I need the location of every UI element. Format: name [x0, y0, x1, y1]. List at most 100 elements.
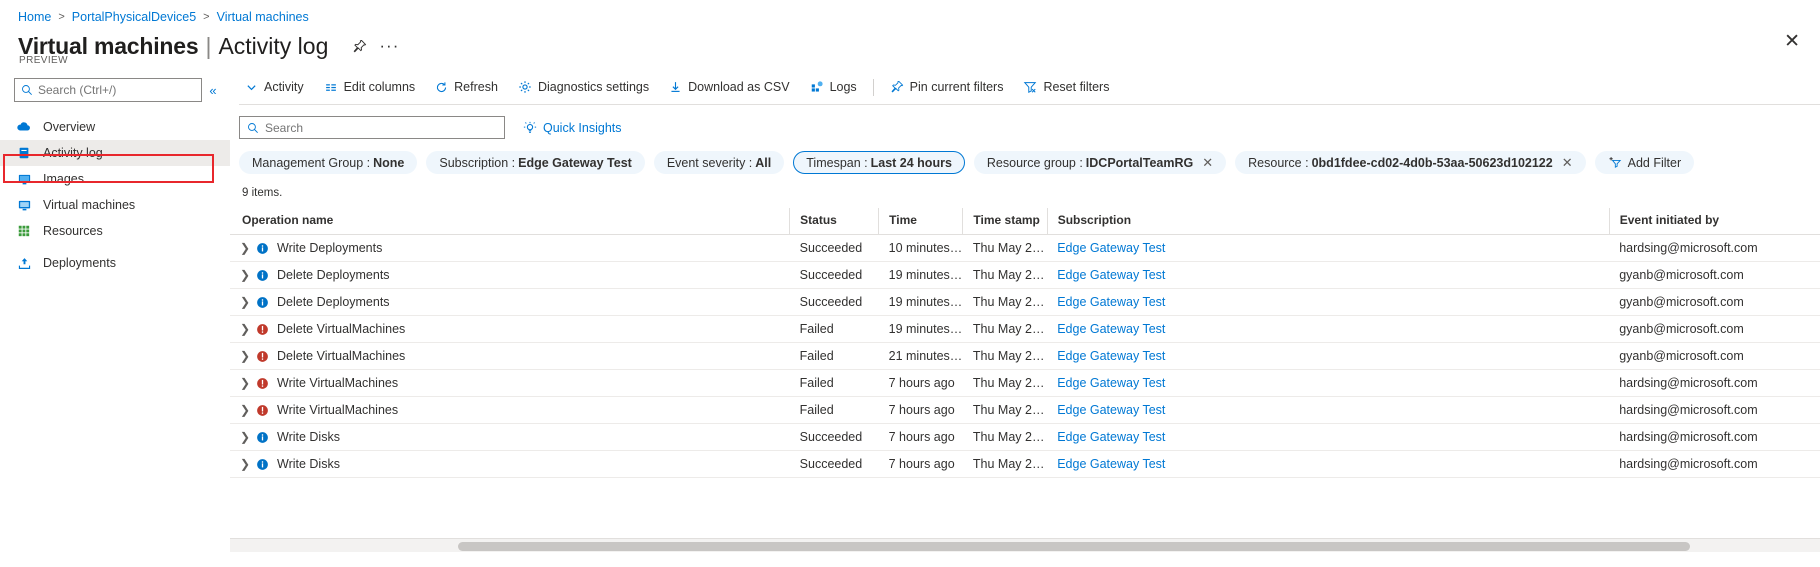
sidebar-item-images[interactable]: Images	[0, 166, 230, 192]
more-options-icon[interactable]: ···	[378, 35, 400, 57]
cell-subscription[interactable]: Edge Gateway Test	[1047, 261, 1610, 289]
sidebar-item-overview[interactable]: Overview	[0, 114, 230, 140]
cell-operation-name[interactable]: ❯ Delete Deployments	[230, 261, 790, 289]
filter-pill-subscription[interactable]: Subscription : Edge Gateway Test	[426, 151, 645, 174]
pin-current-filters-button[interactable]: Pin current filters	[880, 72, 1014, 102]
sidebar-item-resources[interactable]: Resources	[0, 218, 230, 244]
activity-search-input[interactable]	[265, 120, 497, 135]
subscription-link[interactable]: Edge Gateway Test	[1057, 268, 1165, 282]
cell-operation-name[interactable]: ❯ Delete Deployments	[230, 288, 790, 316]
cell-status: Succeeded	[789, 423, 879, 451]
pill-value: 0bd1fdee-cd02-4d0b-53aa-50623d102122	[1311, 155, 1553, 170]
table-row[interactable]: ❯ Delete VirtualMachines Failed 21 minutes …	[230, 342, 1820, 370]
expand-row-chevron-icon[interactable]: ❯	[240, 295, 256, 309]
column-header-event-initiated-by[interactable]: Event initiated by	[1608, 208, 1820, 235]
remove-filter-icon[interactable]: ✕	[1202, 156, 1213, 169]
pill-key: Management Group :	[252, 155, 371, 170]
cell-operation-name[interactable]: ❯ Write VirtualMachines	[230, 369, 790, 397]
logs-button[interactable]: Logs	[800, 72, 867, 102]
table-row[interactable]: ❯ Write Disks Succeeded 7 hours ago Thu May …	[230, 423, 1820, 451]
expand-row-chevron-icon[interactable]: ❯	[240, 241, 256, 255]
cell-event-initiated-by: hardsing@microsoft.com	[1609, 423, 1820, 451]
pin-icon[interactable]	[348, 35, 370, 57]
pin-icon	[890, 80, 904, 94]
expand-row-chevron-icon[interactable]: ❯	[240, 349, 256, 363]
breadcrumb-item-device[interactable]: PortalPhysicalDevice5	[72, 10, 196, 24]
images-icon	[16, 171, 32, 187]
subscription-link[interactable]: Edge Gateway Test	[1057, 295, 1165, 309]
subscription-link[interactable]: Edge Gateway Test	[1057, 241, 1165, 255]
subscription-link[interactable]: Edge Gateway Test	[1057, 349, 1165, 363]
column-header-status[interactable]: Status	[789, 208, 879, 235]
subscription-link[interactable]: Edge Gateway Test	[1057, 403, 1165, 417]
cell-subscription[interactable]: Edge Gateway Test	[1047, 342, 1610, 370]
filter-pill-resource[interactable]: Resource : 0bd1fdee-cd02-4d0b-53aa-50623…	[1235, 151, 1586, 174]
filter-pills: Management Group : None Subscription : E…	[230, 139, 1820, 174]
operation-name-label: Delete VirtualMachines	[277, 322, 406, 336]
table-row[interactable]: ❯ Delete Deployments Succeeded 19 minutes .…	[230, 288, 1820, 316]
column-header-subscription[interactable]: Subscription	[1046, 208, 1610, 235]
subscription-link[interactable]: Edge Gateway Test	[1057, 430, 1165, 444]
cell-operation-name[interactable]: ❯ Write Disks	[230, 423, 790, 451]
cell-operation-name[interactable]: ❯ Delete VirtualMachines	[230, 315, 790, 343]
table-row[interactable]: ❯ Write VirtualMachines Failed 7 hours ago T…	[230, 369, 1820, 397]
sidebar-item-activity-log[interactable]: Activity log	[0, 140, 230, 166]
column-header-operation-name[interactable]: Operation name	[230, 208, 790, 235]
table-row[interactable]: ❯ Write Disks Succeeded 7 hours ago Thu May …	[230, 450, 1820, 478]
collapse-sidebar-button[interactable]: «	[202, 83, 224, 98]
filter-pill-management-group[interactable]: Management Group : None	[239, 151, 418, 174]
reset-filters-button[interactable]: Reset filters	[1013, 72, 1119, 102]
table-row[interactable]: ❯ Write Deployments Succeeded 10 minutes ..…	[230, 234, 1820, 262]
expand-row-chevron-icon[interactable]: ❯	[240, 430, 256, 444]
cell-subscription[interactable]: Edge Gateway Test	[1047, 315, 1610, 343]
cell-subscription[interactable]: Edge Gateway Test	[1047, 423, 1610, 451]
activity-search-box[interactable]	[239, 116, 505, 139]
sidebar-search-input[interactable]	[38, 83, 195, 97]
remove-filter-icon[interactable]: ✕	[1562, 156, 1573, 169]
close-icon[interactable]: ✕	[1784, 32, 1800, 51]
activity-button[interactable]: Activity	[235, 72, 314, 102]
add-filter-button[interactable]: Add Filter	[1594, 151, 1695, 174]
expand-row-chevron-icon[interactable]: ❯	[240, 403, 256, 417]
breadcrumb-item-virtual-machines[interactable]: Virtual machines	[217, 10, 309, 24]
cell-event-initiated-by: hardsing@microsoft.com	[1609, 450, 1820, 478]
edit-columns-button[interactable]: Edit columns	[314, 72, 426, 102]
cell-subscription[interactable]: Edge Gateway Test	[1047, 288, 1610, 316]
horizontal-scrollbar[interactable]	[230, 538, 1820, 552]
sidebar-item-deployments[interactable]: Deployments	[0, 250, 230, 276]
expand-row-chevron-icon[interactable]: ❯	[240, 322, 256, 336]
sidebar-item-virtual-machines[interactable]: Virtual machines	[0, 192, 230, 218]
cell-subscription[interactable]: Edge Gateway Test	[1047, 396, 1610, 424]
breadcrumb-item-home[interactable]: Home	[18, 10, 51, 24]
subscription-link[interactable]: Edge Gateway Test	[1057, 322, 1165, 336]
column-header-time[interactable]: Time	[878, 208, 963, 235]
expand-row-chevron-icon[interactable]: ❯	[240, 268, 256, 282]
cell-subscription[interactable]: Edge Gateway Test	[1047, 369, 1610, 397]
cell-operation-name[interactable]: ❯ Write Deployments	[230, 234, 790, 262]
quick-insights-button[interactable]: Quick Insights	[523, 121, 622, 135]
subscription-link[interactable]: Edge Gateway Test	[1057, 376, 1165, 390]
expand-row-chevron-icon[interactable]: ❯	[240, 457, 256, 471]
table-row[interactable]: ❯ Delete Deployments Succeeded 19 minutes .…	[230, 261, 1820, 289]
subscription-link[interactable]: Edge Gateway Test	[1057, 457, 1165, 471]
refresh-button[interactable]: Refresh	[425, 72, 508, 102]
cell-operation-name[interactable]: ❯ Write VirtualMachines	[230, 396, 790, 424]
filter-pill-event-severity[interactable]: Event severity : All	[653, 151, 785, 174]
sidebar: « Overview Activity log Images	[0, 72, 230, 552]
cell-operation-name[interactable]: ❯ Delete VirtualMachines	[230, 342, 790, 370]
cell-subscription[interactable]: Edge Gateway Test	[1047, 450, 1610, 478]
diagnostics-settings-button[interactable]: Diagnostics settings	[508, 72, 659, 102]
cell-operation-name[interactable]: ❯ Write Disks	[230, 450, 790, 478]
table-row[interactable]: ❯ Delete VirtualMachines Failed 19 minutes …	[230, 315, 1820, 343]
scrollbar-thumb[interactable]	[458, 542, 1690, 551]
expand-row-chevron-icon[interactable]: ❯	[240, 376, 256, 390]
sidebar-search-box[interactable]	[14, 78, 202, 102]
download-csv-button[interactable]: Download as CSV	[659, 72, 799, 102]
lightbulb-icon	[523, 121, 537, 135]
table-row[interactable]: ❯ Write VirtualMachines Failed 7 hours ago T…	[230, 396, 1820, 424]
title-separator: |	[205, 32, 212, 59]
filter-pill-timespan[interactable]: Timespan : Last 24 hours	[793, 151, 965, 174]
filter-pill-resource-group[interactable]: Resource group : IDCPortalTeamRG ✕	[973, 151, 1227, 174]
cell-subscription[interactable]: Edge Gateway Test	[1047, 234, 1610, 262]
column-header-time-stamp[interactable]: Time stamp	[962, 208, 1048, 235]
